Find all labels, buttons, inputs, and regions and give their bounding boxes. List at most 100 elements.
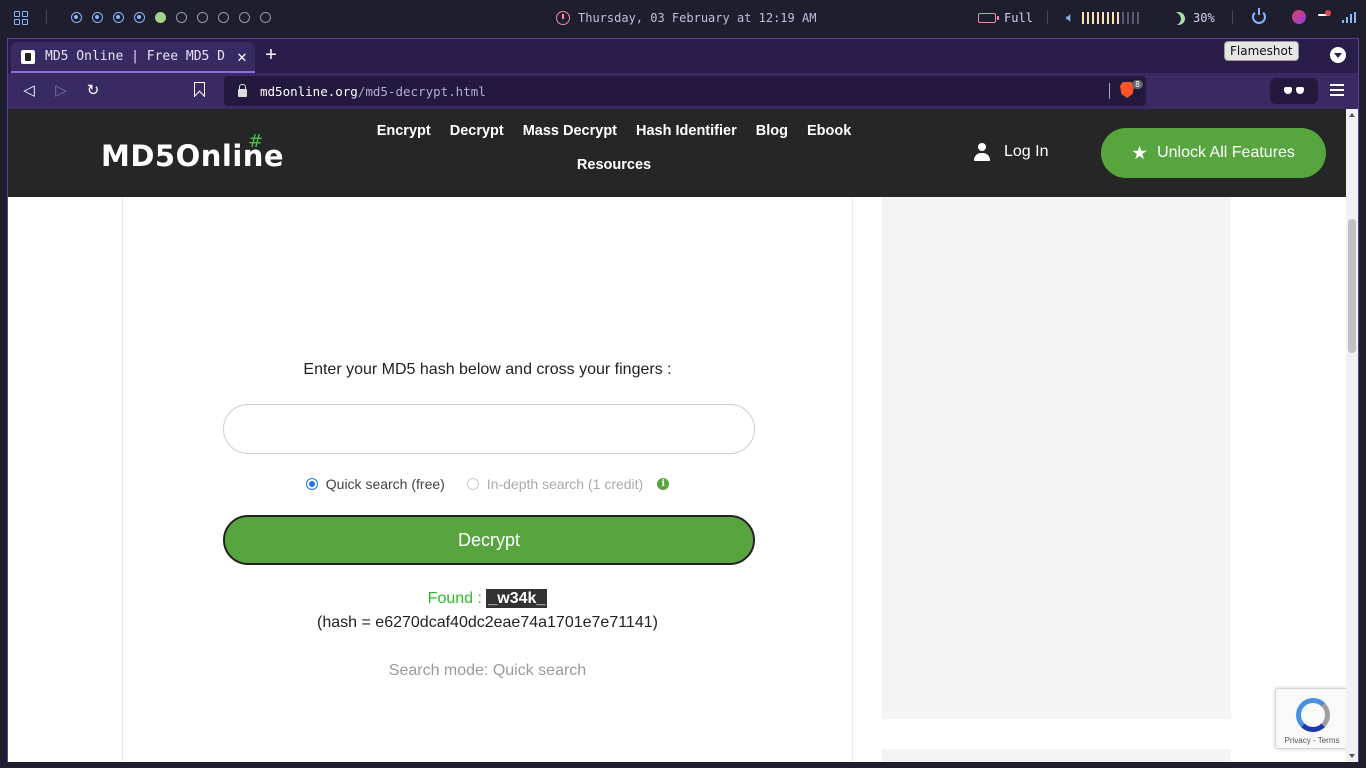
page-viewport: MD5Online # Encrypt Decrypt Mass Decrypt Ha… bbox=[8, 109, 1346, 762]
volume-bar bbox=[1132, 12, 1135, 24]
volume-bar bbox=[1097, 12, 1100, 24]
volume-bar bbox=[1087, 12, 1090, 24]
md5-hash-input[interactable] bbox=[223, 404, 755, 454]
clock-icon bbox=[556, 11, 570, 25]
indepth-search-label[interactable]: In-depth search (1 credit) bbox=[487, 476, 643, 492]
lock-icon bbox=[238, 84, 247, 97]
favicon-icon bbox=[21, 49, 35, 64]
unlock-label: Unlock All Features bbox=[1157, 144, 1295, 161]
workspace-dot[interactable] bbox=[134, 12, 145, 23]
volume-bar bbox=[1107, 12, 1110, 24]
volume-bar bbox=[1082, 12, 1085, 24]
volume-bar bbox=[1122, 12, 1125, 24]
volume-bar bbox=[1137, 12, 1140, 24]
star-icon bbox=[1132, 145, 1147, 160]
workspace-dot[interactable] bbox=[239, 12, 250, 23]
tooltip: Flameshot bbox=[1224, 41, 1299, 61]
quick-search-label[interactable]: Quick search (free) bbox=[326, 476, 445, 492]
address-bar[interactable]: md5online.org/md5-decrypt.html 8 bbox=[224, 76, 1146, 106]
moon-icon bbox=[1170, 10, 1187, 27]
volume-bar bbox=[1117, 12, 1120, 24]
login-label: Log In bbox=[1004, 143, 1049, 160]
nav-encrypt[interactable]: Encrypt bbox=[377, 121, 431, 141]
result-found: Found : _w34k_ bbox=[122, 589, 853, 608]
tab-md5online[interactable]: MD5 Online | Free MD5 D ✕ bbox=[11, 42, 255, 73]
back-icon[interactable]: ◁ bbox=[18, 80, 40, 102]
instruction-text: Enter your MD5 hash below and cross your… bbox=[303, 361, 672, 378]
unlock-features-button[interactable]: Unlock All Features bbox=[1101, 128, 1326, 178]
main-nav: Encrypt Decrypt Mass Decrypt Hash Identifie… bbox=[374, 121, 854, 175]
indepth-search-radio[interactable] bbox=[466, 478, 479, 490]
url-path: /md5-decrypt.html bbox=[357, 83, 486, 99]
volume-bar bbox=[1092, 12, 1095, 24]
speaker-icon: 🔈︎ bbox=[1066, 10, 1075, 26]
nav-decrypt[interactable]: Decrypt bbox=[450, 121, 504, 141]
divider bbox=[1109, 83, 1110, 99]
close-tab-icon[interactable]: ✕ bbox=[233, 47, 251, 66]
tray-app-icon[interactable] bbox=[1292, 10, 1306, 24]
nav-ebook[interactable]: Ebook bbox=[807, 121, 851, 141]
workspace-dot[interactable] bbox=[260, 12, 271, 23]
workspace-dot[interactable] bbox=[176, 12, 187, 23]
nav-resources[interactable]: Resources bbox=[577, 155, 651, 175]
search-mode-options: Quick search (free) In-depth search (1 c… bbox=[122, 476, 853, 492]
volume-bar bbox=[1112, 12, 1115, 24]
volume-level-bars bbox=[1082, 12, 1140, 24]
volume-bar bbox=[1102, 12, 1105, 24]
workspace-dot[interactable] bbox=[113, 12, 124, 23]
signal-icon[interactable] bbox=[1342, 12, 1356, 23]
network-tray-icon[interactable] bbox=[1316, 10, 1332, 22]
tab-title: MD5 Online | Free MD5 D bbox=[45, 49, 226, 64]
nav-blog[interactable]: Blog bbox=[756, 121, 788, 141]
workspace-dot[interactable] bbox=[92, 12, 103, 23]
power-icon[interactable] bbox=[1252, 8, 1266, 24]
recaptcha-terms[interactable]: Privacy - Terms bbox=[1276, 736, 1346, 745]
quick-search-radio[interactable] bbox=[305, 478, 318, 490]
reload-icon[interactable]: ↻ bbox=[82, 80, 104, 102]
volume-bar bbox=[1127, 12, 1130, 24]
workspace-dot[interactable] bbox=[155, 12, 166, 23]
workspace-dot[interactable] bbox=[71, 12, 82, 23]
browser-toolbar: ◁ ▷ ↻ md5online.org/md5-decrypt.html 8 bbox=[8, 73, 1358, 109]
divider bbox=[1232, 10, 1233, 24]
search-mode-line: Search mode: Quick search bbox=[388, 662, 587, 679]
tab-list-dropdown-icon[interactable] bbox=[1330, 47, 1346, 63]
login-link[interactable]: Log In bbox=[974, 143, 1048, 161]
menu-icon[interactable] bbox=[1330, 84, 1344, 96]
new-tab-button[interactable]: + bbox=[261, 44, 281, 67]
divider bbox=[1047, 10, 1048, 24]
url-host: md5online.org bbox=[260, 83, 358, 99]
recaptcha-badge[interactable]: Privacy - Terms bbox=[1275, 688, 1346, 749]
found-label: Found : bbox=[427, 590, 487, 607]
battery-icon bbox=[978, 13, 999, 23]
tab-strip: MD5 Online | Free MD5 D ✕ + Flameshot bbox=[8, 39, 1358, 73]
app-grid-icon[interactable] bbox=[14, 11, 28, 25]
info-icon[interactable]: i bbox=[657, 478, 670, 490]
decrypt-button[interactable]: Decrypt bbox=[223, 515, 755, 565]
shield-count-badge: 8 bbox=[1132, 80, 1143, 89]
sidebar-ad-area-2 bbox=[882, 749, 1231, 762]
recaptcha-icon bbox=[1296, 698, 1330, 732]
sidebar-ad-area bbox=[882, 197, 1231, 719]
scroll-up-arrow-icon[interactable] bbox=[1349, 113, 1355, 117]
scroll-thumb[interactable] bbox=[1348, 219, 1356, 353]
logo-hash-mark: # bbox=[248, 131, 264, 152]
volume-control[interactable]: 🔈︎ bbox=[1066, 10, 1140, 26]
nav-hash-identifier[interactable]: Hash Identifier bbox=[636, 121, 737, 141]
workspace-dot[interactable] bbox=[218, 12, 229, 23]
nav-mass-decrypt[interactable]: Mass Decrypt bbox=[523, 121, 617, 141]
datetime-text: Thursday, 03 February at 12:19 AM bbox=[578, 11, 817, 25]
bookmark-icon[interactable] bbox=[194, 82, 205, 97]
page-scrollbar[interactable] bbox=[1346, 109, 1358, 762]
site-header: MD5Online # Encrypt Decrypt Mass Decrypt Ha… bbox=[8, 109, 1346, 197]
scroll-down-arrow-icon[interactable] bbox=[1349, 754, 1355, 758]
extension-button[interactable] bbox=[1270, 78, 1318, 104]
brightness-text: 30% bbox=[1193, 11, 1215, 25]
forward-icon[interactable]: ▷ bbox=[50, 80, 72, 102]
user-icon bbox=[974, 143, 990, 161]
found-value: _w34k_ bbox=[486, 589, 548, 608]
brightness-status: 30% bbox=[1172, 11, 1215, 25]
result-hash-line: (hash = e6270dcaf40dc2eae74a1701e7e71141… bbox=[317, 614, 658, 631]
browser-window: MD5 Online | Free MD5 D ✕ + Flameshot ◁ … bbox=[7, 38, 1359, 762]
workspace-dot[interactable] bbox=[197, 12, 208, 23]
